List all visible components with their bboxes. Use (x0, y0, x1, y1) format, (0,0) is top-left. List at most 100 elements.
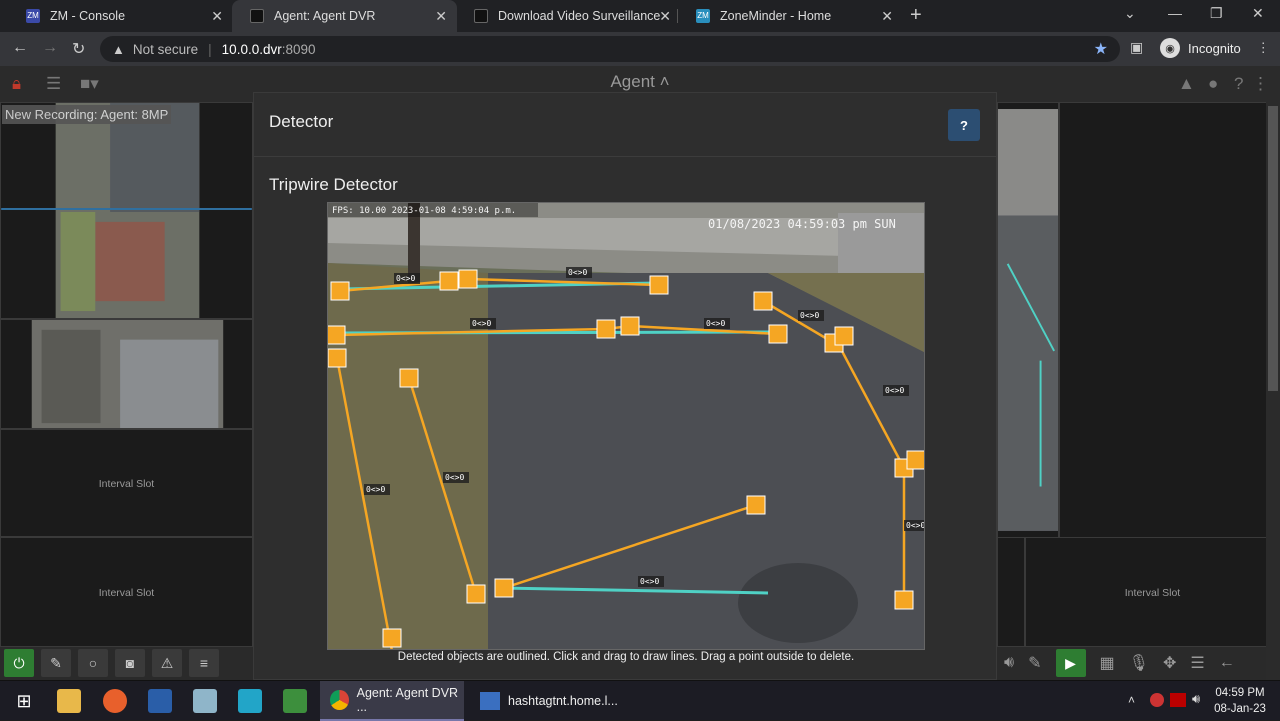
modal-title: Detector (269, 112, 334, 131)
window-close-icon[interactable]: ✕ (1252, 5, 1264, 22)
warning-triangle-icon[interactable]: ▲ (112, 42, 125, 57)
camera-tile-driveway[interactable] (0, 102, 253, 319)
move-icon[interactable]: ✥ (1163, 653, 1176, 673)
interval-slot-3[interactable]: Interval Slot (1025, 537, 1280, 647)
not-secure-label[interactable]: Not secure (133, 42, 198, 57)
driveway-camera-feed (1, 103, 252, 318)
right-toolbar: 🔊︎ ✎ ▶ ▦ 🎙︎ ✥ ☰ ← (1004, 646, 1249, 680)
tripwire-handle[interactable] (596, 319, 616, 339)
tripwire-handle[interactable] (894, 590, 914, 610)
alert-triangle-icon[interactable]: ⚠ (152, 649, 182, 677)
tab-zoneminder-home[interactable]: ZM ZoneMinder - Home ✕ (678, 0, 903, 32)
tripwire-handle[interactable] (620, 316, 640, 336)
tripwire-handle[interactable] (328, 348, 347, 368)
tab-agent-dvr[interactable]: Agent: Agent DVR ✕ (232, 0, 457, 32)
clock-time: 04:59 PM (1215, 687, 1265, 699)
zm-favicon-icon: ZM (26, 9, 40, 23)
tripwire-handle[interactable] (834, 326, 854, 346)
close-icon[interactable]: ✕ (659, 8, 671, 25)
camera-snapshot-icon[interactable]: ◙ (115, 649, 145, 677)
firefox-icon[interactable] (103, 689, 127, 713)
tripwire-handle[interactable] (382, 628, 402, 648)
tab-download[interactable]: Download Video Surveillance Sof ✕ (456, 0, 681, 32)
address-bar[interactable]: ▲ Not secure | 10.0.0.dvr:8090 ★ (100, 36, 1120, 62)
file-explorer-icon[interactable] (57, 689, 81, 713)
notepad-icon[interactable] (283, 689, 307, 713)
new-tab-plus-icon[interactable]: + (910, 4, 922, 27)
tab-zm-console[interactable]: ZM ZM - Console ✕ (8, 0, 233, 32)
grid-icon[interactable]: ▦ (1100, 653, 1115, 673)
play-icon[interactable]: ▶ (1055, 649, 1086, 677)
clock-date: 08-Jan-23 (1214, 703, 1266, 715)
minimize-icon[interactable]: — (1168, 5, 1182, 21)
back-arrow-icon[interactable]: ← (1219, 654, 1235, 672)
volume-icon[interactable]: 🔊︎ (1004, 654, 1014, 672)
camera-tile-street[interactable] (997, 102, 1059, 538)
taskbar-chrome-agent[interactable]: Agent: Agent DVR ... (320, 681, 464, 721)
server-list-icon[interactable]: ≡ (189, 649, 219, 677)
close-icon[interactable]: ✕ (435, 8, 447, 25)
sidebar-toggle-icon[interactable]: ▣ (1130, 39, 1143, 56)
windows-start-icon[interactable]: ⊞ (12, 689, 36, 713)
record-circle-icon[interactable]: ○ (78, 649, 108, 677)
close-icon[interactable]: ✕ (211, 8, 223, 25)
tripwire-handle[interactable] (439, 271, 459, 291)
interval-slot-1[interactable]: Interval Slot (0, 429, 253, 537)
page-scrollbar[interactable] (1266, 66, 1280, 680)
maximize-icon[interactable]: ❐ (1210, 5, 1223, 22)
microphone-icon[interactable]: 🎙︎ (1129, 653, 1149, 673)
help-button[interactable]: ? (948, 109, 980, 141)
url-port: :8090 (281, 41, 316, 57)
volume-icon[interactable]: 🔊︎ (1192, 691, 1200, 707)
tripwire-handle[interactable] (458, 269, 478, 289)
user-icon[interactable]: ● (1208, 74, 1218, 94)
reload-icon[interactable]: ↻ (72, 39, 85, 59)
back-arrow-icon[interactable]: ← (12, 39, 28, 57)
tripwire-handle[interactable] (746, 495, 766, 515)
tray-meter-icon[interactable] (1170, 693, 1186, 707)
tripwire-handle[interactable] (328, 325, 346, 345)
help-icon[interactable]: ? (1234, 74, 1243, 94)
tripwire-handle[interactable] (399, 368, 419, 388)
app-icon[interactable] (193, 689, 217, 713)
interval-slot-label: Interval Slot (98, 586, 155, 599)
detector-caption: Detected objects are outlined. Click and… (397, 651, 855, 663)
camera-tile-empty[interactable] (1059, 102, 1280, 538)
tripwire-handle[interactable] (649, 275, 669, 295)
browser-tab-bar: ZM ZM - Console ✕ Agent: Agent DVR ✕ Dow… (0, 0, 1280, 32)
tripwire-handle[interactable] (906, 450, 925, 470)
bell-icon[interactable]: ▲ (1178, 74, 1195, 94)
camera-tile-partial[interactable] (997, 537, 1025, 647)
forward-arrow-icon[interactable]: → (42, 39, 58, 57)
camera-tile-porch[interactable] (0, 319, 253, 429)
edit-icon[interactable]: ✎ (1028, 653, 1041, 673)
tripwire-handle[interactable] (330, 281, 350, 301)
tripwire-handle[interactable] (768, 324, 788, 344)
powershell-icon[interactable] (148, 689, 172, 713)
tripwire-count-label: 0<>0 (472, 319, 491, 328)
list-icon[interactable]: ☰ (1190, 653, 1204, 673)
incognito-profile[interactable]: ◉ Incognito ⋮ (1160, 38, 1270, 58)
bookmark-star-icon[interactable]: ★ (1094, 39, 1108, 59)
tripwire-handle[interactable] (753, 291, 773, 311)
store-icon[interactable] (238, 689, 262, 713)
app-title[interactable]: Agent ˄ (0, 72, 1280, 92)
agent-favicon-icon (474, 9, 488, 23)
interval-slot-2[interactable]: Interval Slot (0, 537, 253, 647)
taskbar-rdp-session[interactable]: hashtagtnt.home.l... (472, 681, 622, 721)
tray-app-icon[interactable] (1150, 693, 1164, 707)
interval-slot-label: Interval Slot (98, 477, 155, 490)
tray-chevron-icon[interactable]: ˄ (1128, 693, 1135, 707)
taskbar-app-label: Agent: Agent DVR ... (356, 686, 459, 714)
power-icon[interactable]: ⏻ (4, 649, 34, 677)
tripwire-handle[interactable] (466, 584, 486, 604)
close-icon[interactable]: ✕ (881, 8, 893, 25)
tab-title: ZM - Console (50, 9, 126, 23)
tripwire-canvas[interactable]: 0<>0 0<>0 0<>0 0<>0 0<>0 0<>0 0<>0 0<>0 0<>0 0<>0… (327, 202, 925, 650)
taskbar-clock[interactable]: 04:59 PM 08-Jan-23 (1210, 685, 1270, 717)
camera-view[interactable]: 0<>0 0<>0 0<>0 0<>0 0<>0 0<>0 0<>0 0<>0 0<>0 0<>0… (328, 203, 925, 650)
tab-search-chevron-icon[interactable]: ⌄ (1124, 5, 1136, 22)
menu-kebab-icon[interactable]: ⋮ (1257, 40, 1270, 56)
tripwire-handle[interactable] (494, 578, 514, 598)
edit-icon[interactable]: ✎ (41, 649, 71, 677)
